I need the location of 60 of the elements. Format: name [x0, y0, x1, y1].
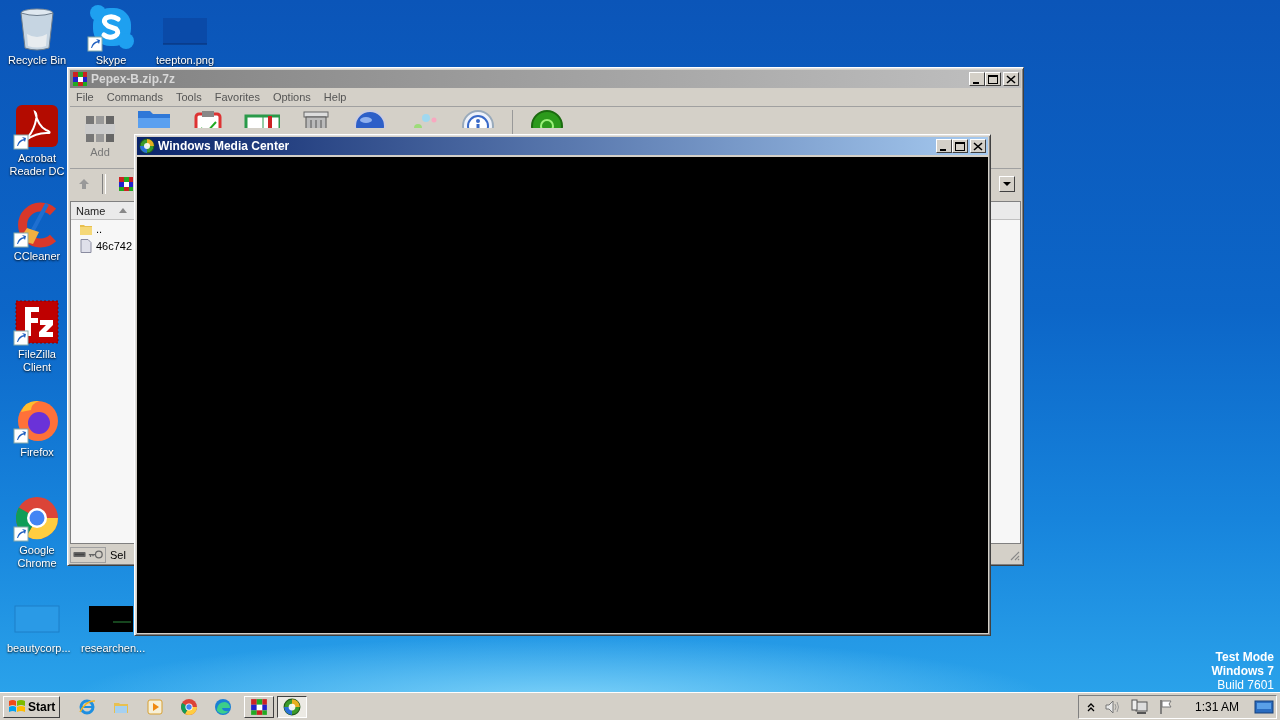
filezilla-icon[interactable] [13, 298, 61, 346]
close-button[interactable] [970, 139, 986, 153]
media-center-icon [139, 138, 155, 154]
menu-item[interactable]: File [76, 91, 94, 103]
status-text: Sel [110, 548, 127, 561]
close-icon [1004, 72, 1018, 86]
maximize-button[interactable] [952, 139, 968, 153]
taskbar-button[interactable] [277, 695, 308, 718]
speaker-icon[interactable] [1103, 698, 1122, 715]
media-center-icon [283, 697, 302, 716]
maximize-button[interactable] [985, 72, 1001, 86]
up-arrow-icon [78, 178, 90, 190]
desktop-icon-label[interactable]: Skype [95, 54, 127, 67]
folder-icon [136, 110, 172, 128]
menu-item[interactable]: Help [323, 91, 347, 103]
system-info-text: Test Mode [1214, 650, 1274, 664]
drive-icon [73, 551, 86, 558]
network-icon[interactable] [1130, 698, 1149, 715]
menu-item[interactable]: Commands [106, 91, 163, 103]
desktop-icon-label[interactable]: Google Chrome [7, 544, 67, 570]
file-icon [79, 238, 93, 253]
desktop-icon-label[interactable]: Recycle Bin [7, 54, 67, 67]
minimize-button[interactable] [969, 72, 985, 86]
windows-logo-icon [8, 698, 26, 715]
chrome-icon[interactable] [180, 697, 199, 716]
archive-app-icon [72, 71, 88, 87]
menu-item[interactable]: Options [272, 91, 311, 103]
system-info-text: Build 7601 [1216, 678, 1274, 692]
menu-item[interactable]: Favorites [214, 91, 260, 103]
file-name[interactable]: .. [96, 222, 103, 235]
window-title: Pepex-B.zip.7z [91, 72, 177, 86]
dropdown-button[interactable] [999, 176, 1015, 192]
pdf-reader-icon[interactable] [13, 102, 61, 150]
archive-app-icon [250, 697, 269, 716]
sort-arrow-icon [119, 208, 128, 213]
show-desktop-icon[interactable] [1254, 698, 1274, 715]
desktop-icon-label[interactable]: CCleaner [13, 250, 61, 263]
desktop-icon-label[interactable]: Firefox [20, 446, 54, 459]
key-icon [88, 550, 103, 559]
skype-icon[interactable] [87, 4, 135, 52]
minimize-icon [973, 81, 979, 84]
desktop-icon-label[interactable]: Acrobat Reader DC [7, 152, 67, 178]
close-button[interactable] [1003, 72, 1019, 86]
file-name[interactable]: 46c742 [96, 239, 133, 252]
desktop-icon-label[interactable]: teepton.png [155, 54, 215, 67]
window-title: Windows Media Center [158, 139, 291, 153]
minimize-button[interactable] [936, 139, 952, 153]
close-icon [971, 139, 985, 153]
minimize-icon [940, 148, 946, 151]
chevron-icon[interactable] [1086, 701, 1095, 712]
clock[interactable]: 1:31 AM [1194, 699, 1239, 714]
chrome-icon[interactable] [13, 494, 61, 542]
menu-item[interactable]: Tools [176, 91, 202, 103]
flag-icon[interactable] [1157, 698, 1174, 715]
caret-icon [1003, 181, 1011, 187]
desktop-icon-label[interactable]: FileZilla Client [7, 348, 67, 374]
start-button[interactable]: Start [3, 695, 61, 718]
system-info-text: Windows 7 [1211, 664, 1274, 678]
edge-icon[interactable] [214, 697, 233, 716]
toolbar-button[interactable]: Add [80, 110, 120, 158]
